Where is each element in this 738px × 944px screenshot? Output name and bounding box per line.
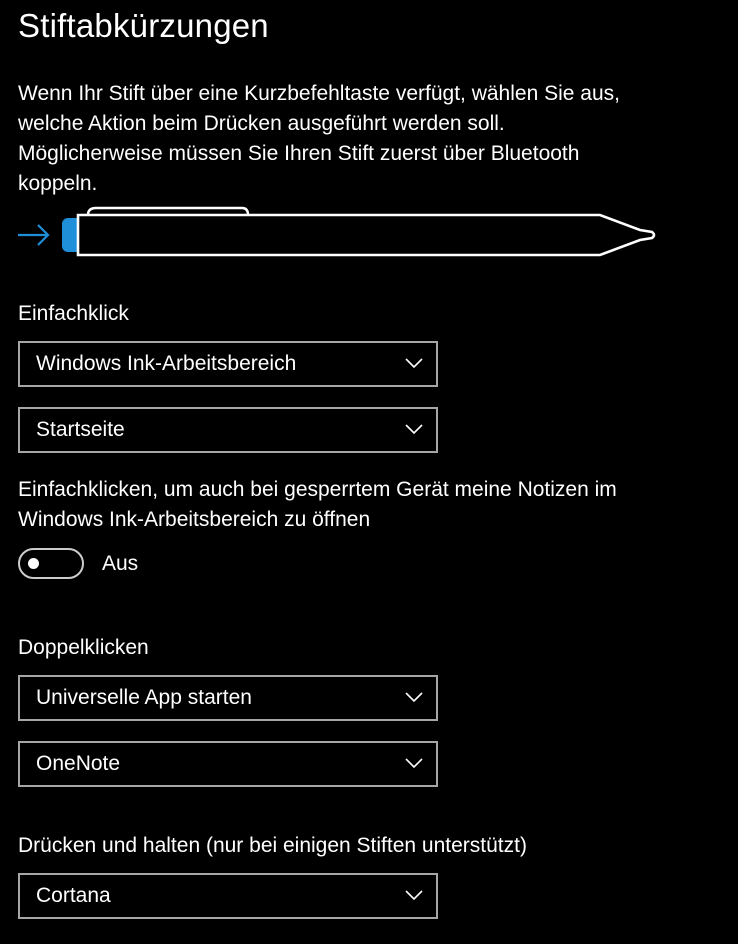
press-hold-action-dropdown[interactable]: Cortana xyxy=(18,873,438,919)
page-description: Wenn Ihr Stift über eine Kurzbefehltaste… xyxy=(18,79,718,199)
toggle-knob xyxy=(28,558,39,569)
single-click-target-dropdown[interactable]: Startseite xyxy=(18,407,438,453)
dropdown-value: Startseite xyxy=(36,418,125,441)
dropdown-value: Universelle App starten xyxy=(36,686,252,709)
single-click-label: Einfachklick xyxy=(18,302,129,325)
toggle-description-line: Einfachklicken, um auch bei gesperrtem G… xyxy=(18,478,617,501)
chevron-down-icon xyxy=(405,692,423,703)
toggle-description-line: Windows Ink-Arbeitsbereich zu öffnen xyxy=(18,508,371,531)
lock-screen-toggle[interactable] xyxy=(18,548,84,579)
double-click-label: Doppelklicken xyxy=(18,636,149,659)
double-click-action-dropdown[interactable]: Universelle App starten xyxy=(18,675,438,721)
dropdown-value: OneNote xyxy=(36,752,121,775)
pen-body xyxy=(76,213,656,257)
page-title: Stiftabkürzungen xyxy=(18,7,269,44)
chevron-down-icon xyxy=(405,758,423,769)
description-line: Möglicherweise müssen Sie Ihren Stift zu… xyxy=(18,142,580,165)
toggle-state-label: Aus xyxy=(102,552,139,575)
description-line: koppeln. xyxy=(18,172,98,195)
lock-toggle-description: Einfachklicken, um auch bei gesperrtem G… xyxy=(18,475,718,535)
description-line: welche Aktion beim Drücken ausgeführt we… xyxy=(18,112,505,135)
chevron-down-icon xyxy=(405,424,423,435)
dropdown-value: Windows Ink-Arbeitsbereich xyxy=(36,352,297,375)
pen-drawing xyxy=(18,206,656,257)
dropdown-value: Cortana xyxy=(36,884,111,907)
single-click-action-dropdown[interactable]: Windows Ink-Arbeitsbereich xyxy=(18,341,438,387)
pen-illustration xyxy=(14,204,664,262)
description-line: Wenn Ihr Stift über eine Kurzbefehltaste… xyxy=(18,82,620,105)
chevron-down-icon xyxy=(405,890,423,901)
arrow-right-icon xyxy=(18,224,50,246)
chevron-down-icon xyxy=(405,358,423,369)
double-click-target-dropdown[interactable]: OneNote xyxy=(18,741,438,787)
press-hold-label: Drücken und halten (nur bei einigen Stif… xyxy=(18,834,527,857)
